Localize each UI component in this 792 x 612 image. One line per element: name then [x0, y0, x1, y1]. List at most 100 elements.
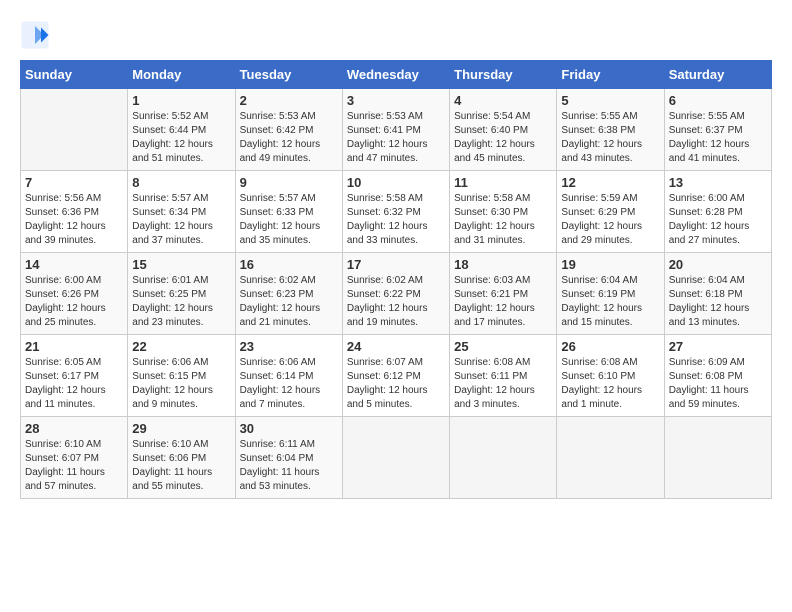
day-cell [21, 89, 128, 171]
day-info: Sunrise: 6:02 AM Sunset: 6:22 PM Dayligh… [347, 274, 445, 330]
day-cell: 17 Sunrise: 6:02 AM Sunset: 6:22 PM Dayli… [342, 253, 449, 335]
day-number: 26 [561, 339, 659, 354]
calendar-header: SundayMondayTuesdayWednesdayThursdayFrid… [21, 61, 772, 89]
day-info: Sunrise: 6:11 AM Sunset: 6:04 PM Dayligh… [240, 438, 338, 494]
day-number: 21 [25, 339, 123, 354]
week-row-3: 14Sunrise: 6:00 AM Sunset: 6:26 PM Dayli… [21, 253, 772, 335]
logo [20, 20, 54, 50]
day-number: 20 [669, 257, 767, 272]
day-number: 5 [561, 93, 659, 108]
day-cell: 20Sunrise: 6:04 AM Sunset: 6:18 PM Dayli… [664, 253, 771, 335]
day-info: Sunrise: 6:06 AM Sunset: 6:14 PM Dayligh… [240, 356, 338, 412]
day-info: Sunrise: 5:53 AM Sunset: 6:41 PM Dayligh… [347, 110, 445, 166]
day-cell: 19 Sunrise: 6:04 AM Sunset: 6:19 PM Dayli… [557, 253, 664, 335]
day-info: Sunrise: 5:58 AM Sunset: 6:30 PM Dayligh… [454, 192, 552, 248]
day-number: 22 [132, 339, 230, 354]
week-row-1: 1 Sunrise: 5:52 AM Sunset: 6:44 PM Daylig… [21, 89, 772, 171]
day-cell [557, 417, 664, 499]
day-cell: 10 Sunrise: 5:58 AM Sunset: 6:32 PM Dayli… [342, 171, 449, 253]
day-number: 15 [132, 257, 230, 272]
day-cell [342, 417, 449, 499]
day-cell: 2 Sunrise: 5:53 AM Sunset: 6:42 PM Daylig… [235, 89, 342, 171]
day-number: 30 [240, 421, 338, 436]
day-info: Sunrise: 6:09 AM Sunset: 6:08 PM Dayligh… [669, 356, 767, 412]
weekday-row: SundayMondayTuesdayWednesdayThursdayFrid… [21, 61, 772, 89]
day-cell: 13Sunrise: 6:00 AM Sunset: 6:28 PM Dayli… [664, 171, 771, 253]
day-info: Sunrise: 6:03 AM Sunset: 6:21 PM Dayligh… [454, 274, 552, 330]
page-header [20, 20, 772, 50]
day-number: 23 [240, 339, 338, 354]
calendar-body: 1 Sunrise: 5:52 AM Sunset: 6:44 PM Daylig… [21, 89, 772, 499]
week-row-4: 21Sunrise: 6:05 AM Sunset: 6:17 PM Dayli… [21, 335, 772, 417]
day-number: 24 [347, 339, 445, 354]
weekday-header-sunday: Sunday [21, 61, 128, 89]
day-cell: 22 Sunrise: 6:06 AM Sunset: 6:15 PM Dayli… [128, 335, 235, 417]
day-cell [664, 417, 771, 499]
day-info: Sunrise: 6:10 AM Sunset: 6:06 PM Dayligh… [132, 438, 230, 494]
day-number: 10 [347, 175, 445, 190]
day-number: 29 [132, 421, 230, 436]
day-info: Sunrise: 6:00 AM Sunset: 6:28 PM Dayligh… [669, 192, 767, 248]
day-info: Sunrise: 6:01 AM Sunset: 6:25 PM Dayligh… [132, 274, 230, 330]
day-cell: 29 Sunrise: 6:10 AM Sunset: 6:06 PM Dayli… [128, 417, 235, 499]
logo-icon [20, 20, 50, 50]
day-cell: 5Sunrise: 5:55 AM Sunset: 6:38 PM Daylig… [557, 89, 664, 171]
day-cell: 23 Sunrise: 6:06 AM Sunset: 6:14 PM Dayli… [235, 335, 342, 417]
day-number: 12 [561, 175, 659, 190]
day-cell: 27 Sunrise: 6:09 AM Sunset: 6:08 PM Dayli… [664, 335, 771, 417]
day-number: 25 [454, 339, 552, 354]
day-cell: 7 Sunrise: 5:56 AM Sunset: 6:36 PM Daylig… [21, 171, 128, 253]
day-cell: 11 Sunrise: 5:58 AM Sunset: 6:30 PM Dayli… [450, 171, 557, 253]
day-number: 3 [347, 93, 445, 108]
day-info: Sunrise: 5:53 AM Sunset: 6:42 PM Dayligh… [240, 110, 338, 166]
day-cell: 18 Sunrise: 6:03 AM Sunset: 6:21 PM Dayli… [450, 253, 557, 335]
day-number: 9 [240, 175, 338, 190]
day-info: Sunrise: 6:06 AM Sunset: 6:15 PM Dayligh… [132, 356, 230, 412]
day-cell: 28Sunrise: 6:10 AM Sunset: 6:07 PM Dayli… [21, 417, 128, 499]
day-cell: 1 Sunrise: 5:52 AM Sunset: 6:44 PM Daylig… [128, 89, 235, 171]
day-info: Sunrise: 5:54 AM Sunset: 6:40 PM Dayligh… [454, 110, 552, 166]
day-info: Sunrise: 5:52 AM Sunset: 6:44 PM Dayligh… [132, 110, 230, 166]
day-info: Sunrise: 5:57 AM Sunset: 6:33 PM Dayligh… [240, 192, 338, 248]
day-number: 4 [454, 93, 552, 108]
day-cell [450, 417, 557, 499]
weekday-header-wednesday: Wednesday [342, 61, 449, 89]
day-cell: 25 Sunrise: 6:08 AM Sunset: 6:11 PM Dayli… [450, 335, 557, 417]
week-row-5: 28Sunrise: 6:10 AM Sunset: 6:07 PM Dayli… [21, 417, 772, 499]
weekday-header-monday: Monday [128, 61, 235, 89]
day-cell: 9 Sunrise: 5:57 AM Sunset: 6:33 PM Daylig… [235, 171, 342, 253]
week-row-2: 7 Sunrise: 5:56 AM Sunset: 6:36 PM Daylig… [21, 171, 772, 253]
day-number: 17 [347, 257, 445, 272]
day-cell: 30 Sunrise: 6:11 AM Sunset: 6:04 PM Dayli… [235, 417, 342, 499]
calendar-table: SundayMondayTuesdayWednesdayThursdayFrid… [20, 60, 772, 499]
day-cell: 21Sunrise: 6:05 AM Sunset: 6:17 PM Dayli… [21, 335, 128, 417]
day-info: Sunrise: 5:55 AM Sunset: 6:37 PM Dayligh… [669, 110, 767, 166]
day-number: 16 [240, 257, 338, 272]
day-number: 2 [240, 93, 338, 108]
day-info: Sunrise: 5:58 AM Sunset: 6:32 PM Dayligh… [347, 192, 445, 248]
day-number: 14 [25, 257, 123, 272]
weekday-header-tuesday: Tuesday [235, 61, 342, 89]
day-number: 19 [561, 257, 659, 272]
day-info: Sunrise: 5:56 AM Sunset: 6:36 PM Dayligh… [25, 192, 123, 248]
day-number: 18 [454, 257, 552, 272]
day-number: 7 [25, 175, 123, 190]
day-info: Sunrise: 6:07 AM Sunset: 6:12 PM Dayligh… [347, 356, 445, 412]
day-info: Sunrise: 6:10 AM Sunset: 6:07 PM Dayligh… [25, 438, 123, 494]
day-number: 11 [454, 175, 552, 190]
day-info: Sunrise: 6:08 AM Sunset: 6:10 PM Dayligh… [561, 356, 659, 412]
day-number: 27 [669, 339, 767, 354]
day-info: Sunrise: 6:02 AM Sunset: 6:23 PM Dayligh… [240, 274, 338, 330]
day-info: Sunrise: 6:04 AM Sunset: 6:19 PM Dayligh… [561, 274, 659, 330]
day-info: Sunrise: 5:59 AM Sunset: 6:29 PM Dayligh… [561, 192, 659, 248]
day-cell: 6 Sunrise: 5:55 AM Sunset: 6:37 PM Daylig… [664, 89, 771, 171]
day-cell: 24 Sunrise: 6:07 AM Sunset: 6:12 PM Dayli… [342, 335, 449, 417]
day-cell: 16 Sunrise: 6:02 AM Sunset: 6:23 PM Dayli… [235, 253, 342, 335]
weekday-header-thursday: Thursday [450, 61, 557, 89]
day-cell: 12 Sunrise: 5:59 AM Sunset: 6:29 PM Dayli… [557, 171, 664, 253]
day-number: 1 [132, 93, 230, 108]
day-cell: 15 Sunrise: 6:01 AM Sunset: 6:25 PM Dayli… [128, 253, 235, 335]
day-cell: 3 Sunrise: 5:53 AM Sunset: 6:41 PM Daylig… [342, 89, 449, 171]
day-info: Sunrise: 6:08 AM Sunset: 6:11 PM Dayligh… [454, 356, 552, 412]
day-number: 6 [669, 93, 767, 108]
